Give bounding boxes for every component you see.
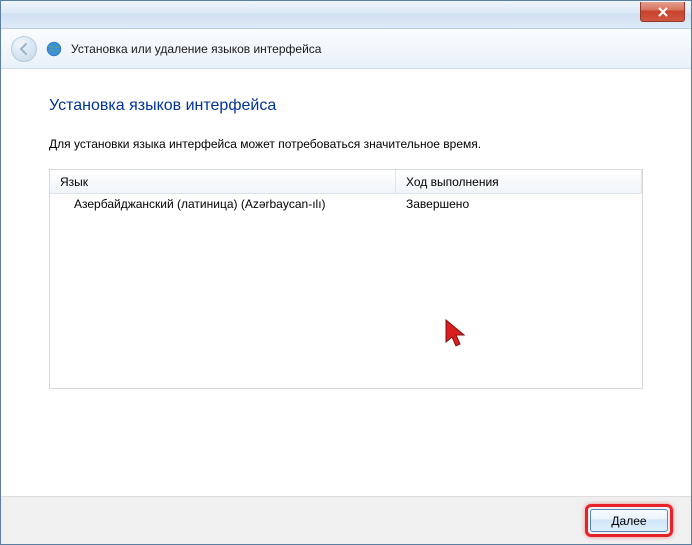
page-description: Для установки языка интерфейса может пот… xyxy=(49,137,643,151)
page-title: Установка языков интерфейса xyxy=(49,97,643,115)
globe-icon xyxy=(45,40,63,58)
wizard-window: Установка или удаление языков интерфейса… xyxy=(0,0,692,545)
table-body: Азербайджанский (латиница) (Azərbaycan-ı… xyxy=(50,194,642,388)
back-arrow-icon xyxy=(17,42,31,56)
content-area: Установка языков интерфейса Для установк… xyxy=(1,69,691,496)
window-title: Установка или удаление языков интерфейса xyxy=(71,42,321,56)
close-icon xyxy=(657,7,669,17)
column-language[interactable]: Язык xyxy=(50,170,396,193)
footer-bar: Далее xyxy=(1,496,691,544)
languages-table: Язык Ход выполнения Азербайджанский (лат… xyxy=(49,169,643,389)
titlebar xyxy=(1,1,691,29)
close-button[interactable] xyxy=(640,2,685,22)
table-header: Язык Ход выполнения xyxy=(50,170,642,194)
next-button[interactable]: Далее xyxy=(590,509,668,532)
next-button-highlight: Далее xyxy=(585,504,673,537)
table-row[interactable]: Азербайджанский (латиница) (Azərbaycan-ı… xyxy=(50,194,642,214)
back-button[interactable] xyxy=(11,36,37,62)
cell-language: Азербайджанский (латиница) (Azərbaycan-ı… xyxy=(50,195,396,213)
cell-progress: Завершено xyxy=(396,195,642,213)
column-progress[interactable]: Ход выполнения xyxy=(396,170,642,193)
header-bar: Установка или удаление языков интерфейса xyxy=(1,29,691,69)
